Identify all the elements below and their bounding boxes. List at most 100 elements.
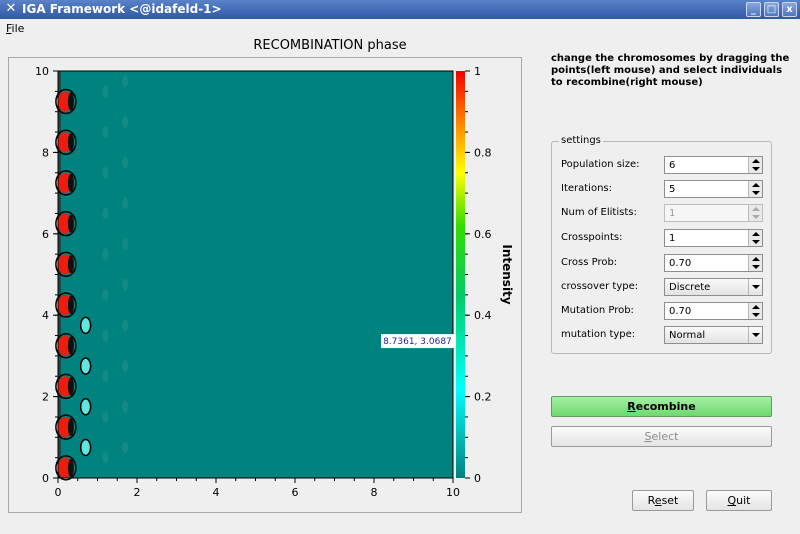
point-13	[79, 316, 92, 335]
select-mnemonic: S	[644, 430, 652, 443]
population-size-row: Population size: 6	[561, 156, 765, 174]
mutation-prob-spinbox[interactable]: 0.70	[664, 302, 763, 320]
point-10	[79, 438, 92, 457]
faint-blob	[122, 400, 129, 413]
point-edge	[67, 92, 74, 111]
menu-file[interactable]: File	[6, 22, 24, 35]
recombine-button[interactable]: Recombine	[551, 396, 772, 417]
faint-blob	[102, 207, 109, 220]
faint-blob	[102, 166, 109, 179]
cross-prob-label: Cross Prob:	[561, 257, 618, 268]
y-tick-label: 10	[35, 65, 49, 78]
select-label: elect	[651, 430, 679, 443]
mutation-prob-value: 0.70	[669, 306, 692, 317]
chevron-down-icon[interactable]	[748, 279, 762, 295]
spin-arrows-icon[interactable]	[748, 230, 762, 246]
plot-title: RECOMBINATION phase	[253, 38, 407, 53]
settings-group: settings Population size: 6 Iterations: …	[551, 135, 772, 354]
faint-blob	[102, 410, 109, 423]
faint-blob	[122, 75, 129, 88]
x-tick-label: 4	[213, 486, 220, 499]
faint-blob	[122, 156, 129, 169]
reset-mnemonic: e	[654, 494, 662, 507]
faint-blob	[122, 278, 129, 291]
reset-label-post: set	[661, 494, 679, 507]
crossover-type-value: Discrete	[669, 282, 711, 293]
crossover-type-row: crossover type: Discrete	[561, 278, 765, 296]
cross-prob-spinbox[interactable]: 0.70	[664, 254, 763, 272]
recombine-mnemonic: R	[627, 400, 636, 413]
y-tick-label: 4	[42, 309, 49, 322]
crosspoints-spinbox[interactable]: 1	[664, 229, 763, 247]
close-button[interactable]: x	[782, 2, 797, 17]
point-edge	[67, 336, 74, 355]
cross-prob-row: Cross Prob: 0.70	[561, 254, 765, 272]
menu-bar: File	[0, 19, 800, 37]
iterations-spinbox[interactable]: 5	[664, 180, 763, 198]
population-size-spinbox[interactable]: 6	[664, 156, 763, 174]
faint-blob	[102, 451, 109, 464]
colorbar-tick-label: 0	[474, 472, 481, 485]
num-elitists-spinbox: 1	[664, 204, 763, 222]
y-tick-label: 0	[42, 472, 49, 485]
colorbar-tick-label: 0.2	[474, 391, 492, 404]
y-tick-label: 2	[42, 391, 49, 404]
faint-blob	[102, 370, 109, 383]
reset-label-pre: R	[647, 494, 655, 507]
maximize-button[interactable]: □	[764, 2, 779, 17]
population-size-value: 6	[669, 160, 676, 171]
recombine-label: ecombine	[635, 400, 696, 413]
point-edge	[67, 173, 74, 192]
colorbar-tick-label: 1	[474, 65, 481, 78]
y-tick-label: 8	[42, 146, 49, 159]
point-edge	[67, 133, 74, 152]
mutation-prob-row: Mutation Prob: 0.70	[561, 302, 765, 320]
cross-prob-value: 0.70	[669, 258, 692, 269]
x-tick-label: 2	[134, 486, 141, 499]
spin-arrows-icon[interactable]	[748, 157, 762, 173]
x-tick-label: 8	[371, 486, 378, 499]
x-tick-label: 6	[292, 486, 299, 499]
point-edge	[67, 458, 74, 477]
faint-blob	[122, 115, 129, 128]
iterations-label: Iterations:	[561, 183, 612, 194]
spin-arrows-icon[interactable]	[748, 181, 762, 197]
crossover-type-label: crossover type:	[561, 281, 639, 292]
intensity-plot[interactable]: 0 2 4 6 8 10 0 2 4 6 8 10 0 0.2 0.4 0.6 0.8 1 Intensity 8…	[9, 58, 523, 514]
plot-field	[58, 71, 453, 478]
faint-blob	[102, 126, 109, 139]
point-edge	[67, 418, 74, 437]
y-tick-label: 6	[42, 228, 49, 241]
colorbar-tick-label: 0.8	[474, 146, 492, 159]
crosspoints-row: Crosspoints: 1	[561, 229, 765, 247]
population-size-label: Population size:	[561, 159, 640, 170]
app-icon: ✕	[5, 1, 17, 16]
minimize-button[interactable]: _	[746, 2, 761, 17]
reset-button[interactable]: Reset	[632, 490, 694, 511]
crossover-type-select[interactable]: Discrete	[664, 278, 763, 296]
faint-blob	[122, 441, 129, 454]
num-elitists-label: Num of Elitists:	[561, 207, 637, 218]
crosspoints-label: Crosspoints:	[561, 232, 623, 243]
faint-blob	[122, 237, 129, 250]
mutation-type-label: mutation type:	[561, 329, 636, 340]
faint-blob	[102, 288, 109, 301]
quit-button[interactable]: Quit	[706, 490, 772, 511]
cursor-tooltip: 8.7361, 3.0687	[383, 337, 452, 347]
point-12	[79, 357, 92, 375]
colorbar-tick-label: 0.4	[474, 309, 492, 322]
point-edge	[67, 255, 74, 274]
chevron-down-icon[interactable]	[748, 327, 762, 343]
faint-blob	[102, 85, 109, 98]
faint-blob	[102, 248, 109, 261]
spin-arrows-icon[interactable]	[748, 255, 762, 271]
window-title: IGA Framework <@idafeld-1>	[22, 2, 222, 16]
colorbar-label: Intensity	[500, 244, 514, 304]
faint-blob	[122, 197, 129, 210]
point-edge	[67, 377, 74, 396]
colorbar-tick-label: 0.6	[474, 228, 492, 241]
spin-arrows-icon[interactable]	[748, 303, 762, 319]
mutation-type-select[interactable]: Normal	[664, 326, 763, 344]
instructions-text: change the chromosomes by dragging the p…	[551, 53, 790, 88]
spin-arrows-icon	[748, 205, 762, 221]
